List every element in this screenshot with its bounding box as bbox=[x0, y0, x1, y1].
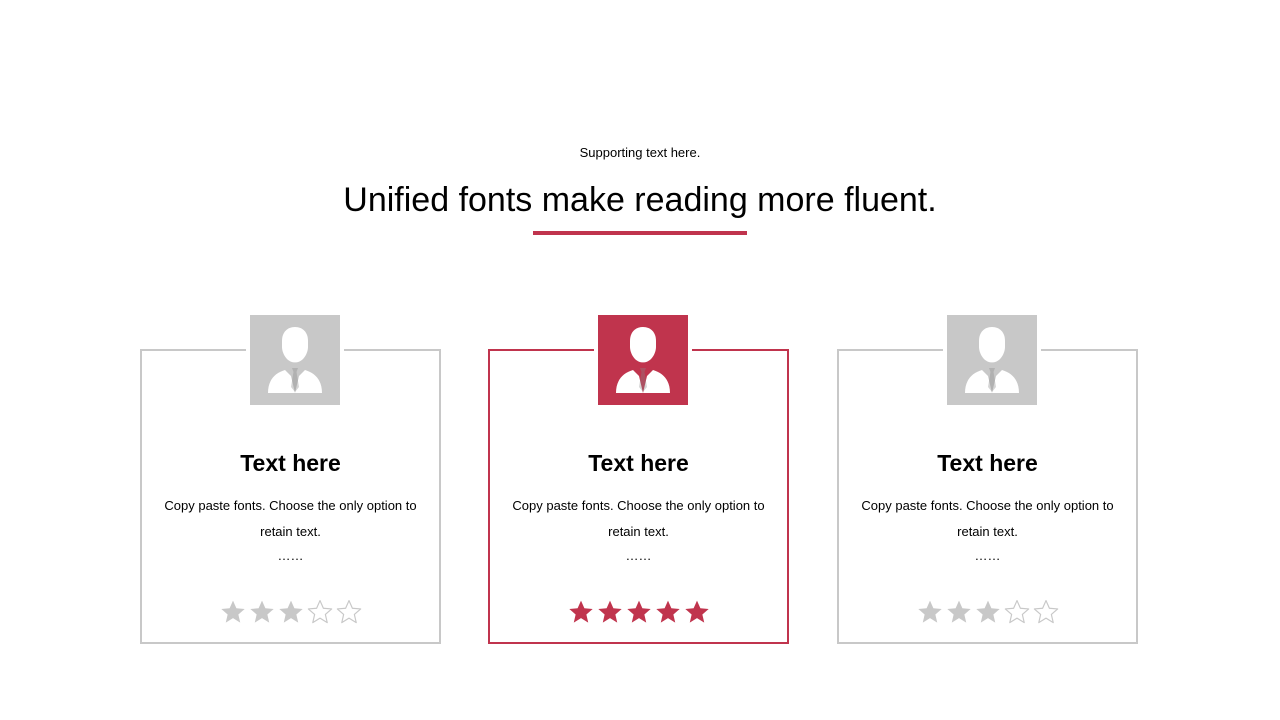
slide: Supporting text here. Unified fonts make… bbox=[0, 0, 1280, 720]
star-filled-icon bbox=[567, 598, 595, 626]
star-rating bbox=[142, 598, 439, 626]
star-filled-icon bbox=[219, 598, 247, 626]
card-title: Text here bbox=[240, 450, 341, 476]
card-title: Text here bbox=[588, 450, 689, 476]
star-filled-icon bbox=[974, 598, 1002, 626]
supporting-text: Supporting text here. bbox=[579, 145, 701, 160]
star-filled-icon bbox=[945, 598, 973, 626]
star-filled-icon bbox=[248, 598, 276, 626]
card-description: Copy paste fonts. Choose the only option… bbox=[861, 498, 1114, 539]
profile-card-1: Text here Copy paste fonts. Choose the o… bbox=[140, 315, 441, 644]
profile-card-3: Text here Copy paste fonts. Choose the o… bbox=[837, 315, 1138, 644]
star-filled-icon bbox=[596, 598, 624, 626]
star-outline-icon bbox=[335, 598, 363, 626]
page-title: Unified fonts make reading more fluent. bbox=[343, 181, 937, 219]
star-filled-icon bbox=[625, 598, 653, 626]
card-ellipsis: …… bbox=[277, 548, 304, 563]
title-underline bbox=[533, 231, 747, 235]
businessman-icon bbox=[246, 315, 344, 405]
profile-card-2: Text here Copy paste fonts. Choose the o… bbox=[488, 315, 789, 644]
businessman-icon bbox=[594, 315, 692, 405]
card-title: Text here bbox=[937, 450, 1038, 476]
star-filled-icon bbox=[683, 598, 711, 626]
card-ellipsis: …… bbox=[974, 548, 1001, 563]
star-outline-icon bbox=[1032, 598, 1060, 626]
businessman-icon bbox=[943, 315, 1041, 405]
star-outline-icon bbox=[1003, 598, 1031, 626]
star-filled-icon bbox=[277, 598, 305, 626]
card-description: Copy paste fonts. Choose the only option… bbox=[164, 498, 417, 539]
star-filled-icon bbox=[654, 598, 682, 626]
card-description: Copy paste fonts. Choose the only option… bbox=[512, 498, 765, 539]
star-rating bbox=[839, 598, 1136, 626]
card-ellipsis: …… bbox=[625, 548, 652, 563]
star-rating bbox=[490, 598, 787, 626]
star-filled-icon bbox=[916, 598, 944, 626]
star-outline-icon bbox=[306, 598, 334, 626]
